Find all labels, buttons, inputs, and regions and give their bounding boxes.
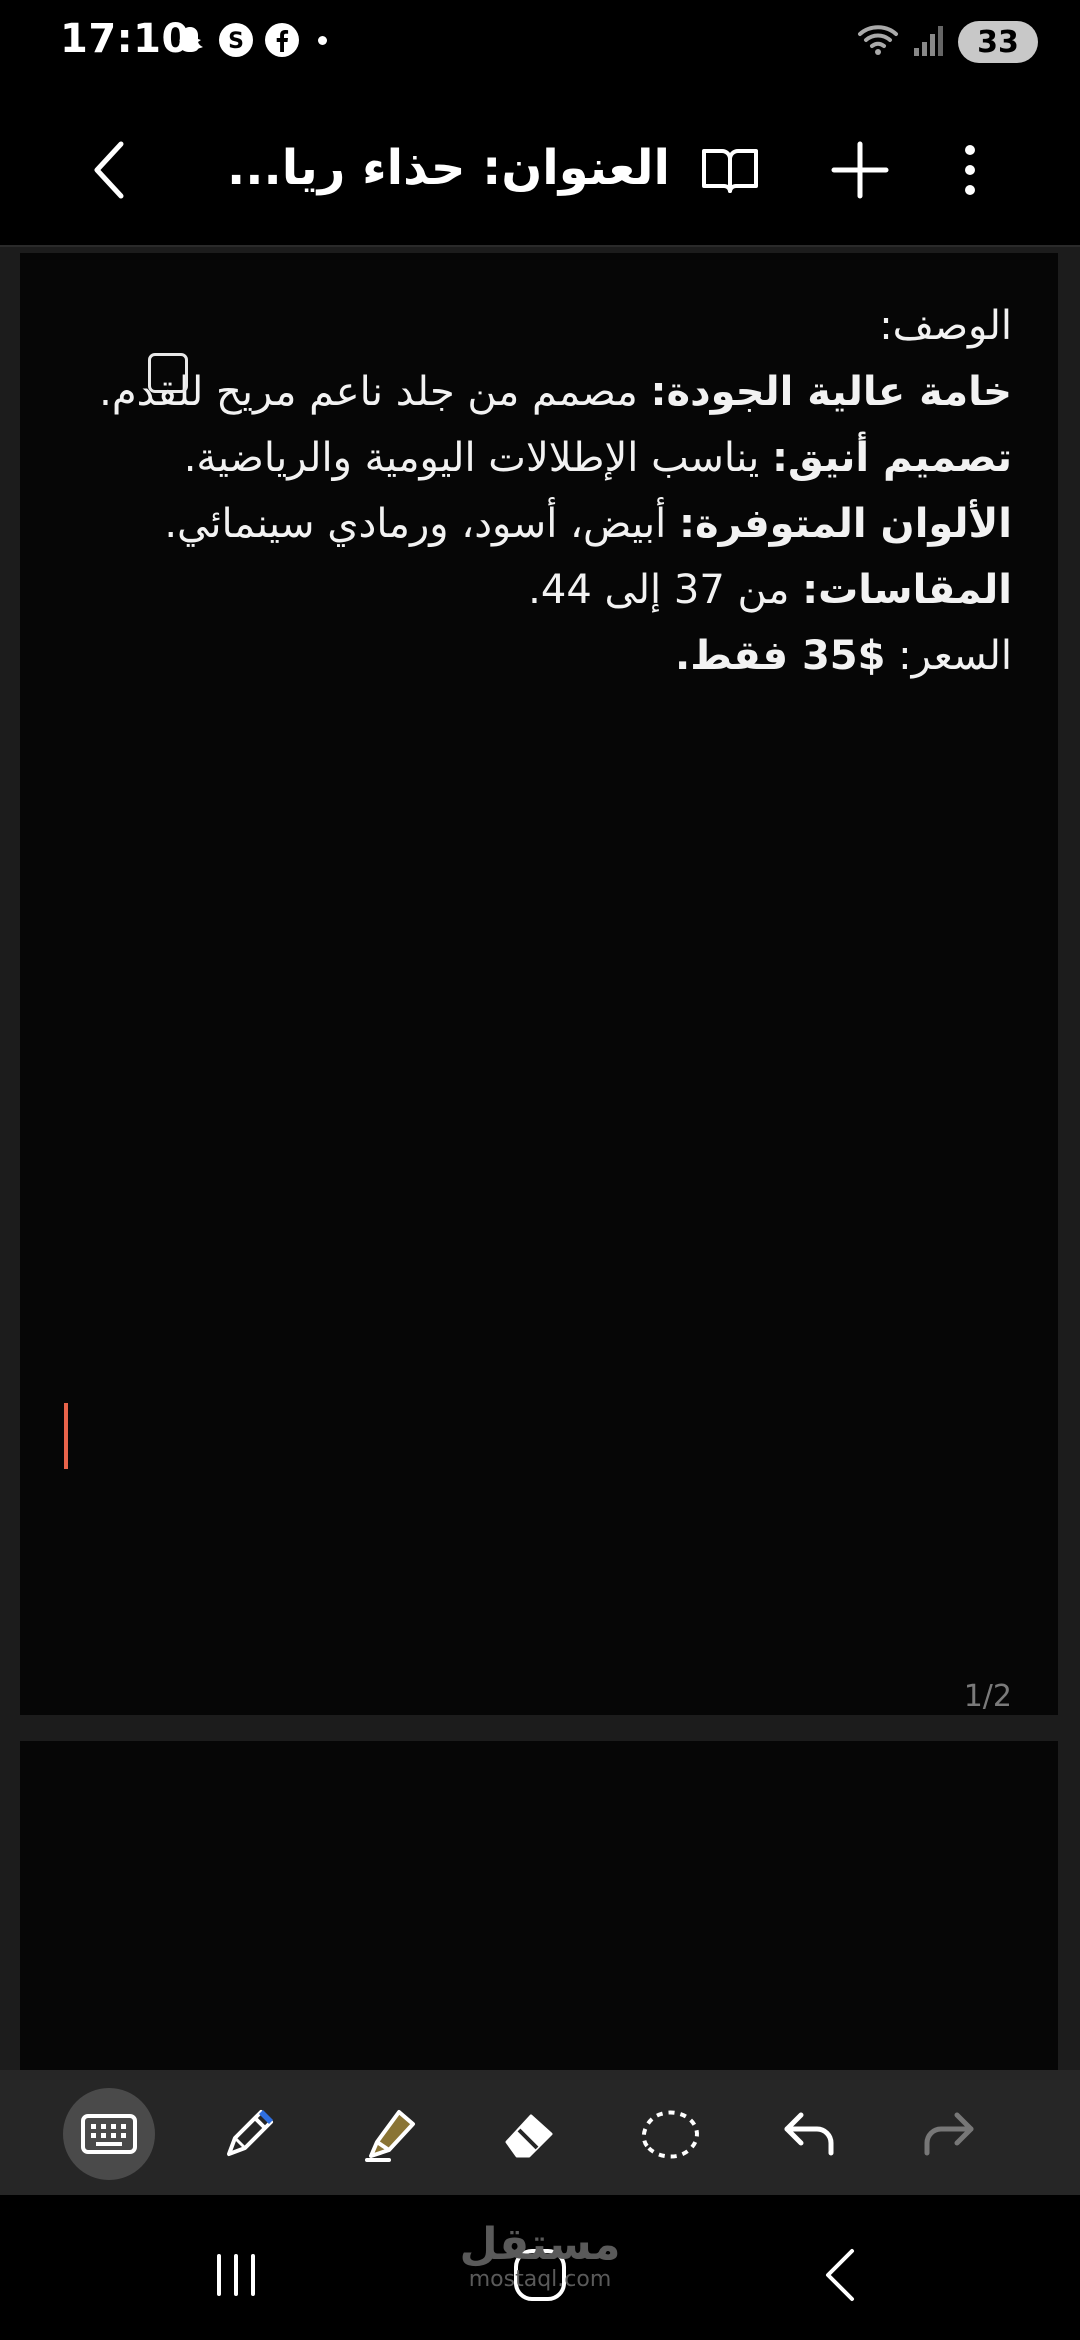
signal-icon [912,20,946,64]
price-value: $35 فقط. [675,633,886,679]
colors-line: الألوان المتوفرة: أبيض، أسود، ورمادي سين… [52,491,1012,557]
threads-icon: S [218,22,254,58]
sizes-line: المقاسات: من 37 إلى 44. [52,557,1012,623]
more-notifications-dot [318,35,327,45]
watermark-arabic: مستقل [459,2219,621,2270]
highlighter-tool-button[interactable] [343,2088,435,2180]
pen-icon [227,2110,273,2156]
note-page-1[interactable]: الوصف: خامة عالية الجودة: مصمم من جلد نا… [20,253,1058,1715]
pen-tool-button[interactable] [203,2088,295,2180]
notification-icons: S [172,22,327,58]
recent-apps-icon [217,2254,255,2296]
description-line: الوصف: [52,293,1012,359]
svg-text:S: S [228,29,244,54]
sizes-label: المقاسات: [802,567,1012,613]
back-nav-button[interactable] [790,2235,890,2315]
battery-indicator: 33 [958,21,1038,63]
design-line: تصميم أنيق: يناسب الإطلالات اليومية والر… [52,425,1012,491]
colors-label: الألوان المتوفرة: [678,501,1012,547]
design-label: تصميم أنيق: [772,435,1012,481]
facebook-icon [264,22,300,58]
more-icon [965,145,975,195]
price-label: السعر: [885,633,1012,679]
status-time: 17:10 [60,16,190,62]
keyboard-tool-button[interactable] [63,2088,155,2180]
add-button[interactable] [820,130,900,210]
text-cursor [64,1403,68,1469]
eraser-icon [505,2114,553,2158]
more-options-button[interactable] [940,130,1000,210]
note-page-2[interactable] [20,1741,1058,2081]
description-label: الوصف: [879,303,1012,349]
quality-line: خامة عالية الجودة: مصمم من جلد ناعم مريح… [52,359,1012,425]
task-checkbox[interactable] [148,353,188,393]
back-icon [94,141,124,199]
lasso-icon [641,2110,699,2159]
back-button[interactable] [70,130,150,210]
drawing-toolbar [0,2070,1080,2195]
keyboard-icon [81,2114,137,2154]
quality-label: خامة عالية الجودة: [650,369,1012,415]
reading-mode-button[interactable] [690,130,770,210]
app-header: العنوان: حذاء ريا... [0,100,1080,240]
undo-button[interactable] [763,2088,855,2180]
page-indicator: 1/2 [963,1679,1012,1714]
redo-button[interactable] [903,2088,995,2180]
system-status: 33 [856,20,1038,64]
highlighter-icon [365,2110,415,2162]
note-title[interactable]: العنوان: حذاء ريا... [200,128,670,208]
lasso-tool-button[interactable] [623,2088,715,2180]
colors-text: أبيض، أسود، ورمادي سينمائي. [164,501,679,547]
note-body[interactable]: الوصف: خامة عالية الجودة: مصمم من جلد نا… [52,293,1012,689]
back-nav-icon [826,2249,854,2301]
design-text: يناسب الإطلالات اليومية والرياضية. [183,435,773,481]
snapchat-icon [172,22,208,58]
watermark: مستقل mostaql.com [430,2221,650,2291]
price-line: السعر: $35 فقط. [52,623,1012,689]
redo-icon [924,2112,974,2156]
sizes-text: من 37 إلى 44. [528,567,803,613]
recent-apps-button[interactable] [186,2235,286,2315]
note-canvas[interactable]: الوصف: خامة عالية الجودة: مصمم من جلد نا… [0,247,1080,2081]
undo-icon [784,2112,834,2156]
status-bar: 17:10 S 33 [0,0,1080,90]
wifi-icon [856,20,900,64]
add-icon [831,141,889,199]
system-navigation-bar: مستقل mostaql.com [0,2195,1080,2340]
book-icon [702,149,758,193]
watermark-latin: mostaql.com [468,2267,612,2292]
eraser-tool-button[interactable] [483,2088,575,2180]
